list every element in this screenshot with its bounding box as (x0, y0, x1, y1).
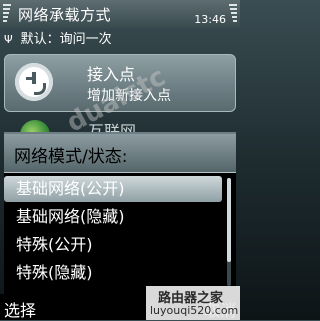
page-title: 网络承载方式 (18, 6, 112, 24)
popup-header: 网络模式/状态: (4, 134, 236, 173)
default-setting-label: 默认：询问一次 (20, 32, 112, 47)
scrollbar-thumb[interactable] (227, 178, 231, 262)
default-setting-row: Ψ 默认：询问一次 (4, 28, 112, 47)
popup-option-adhoc-public[interactable]: 特殊(公开) (4, 232, 222, 258)
select-softkey[interactable]: 选择 (4, 297, 36, 321)
status-bar: 网络承载方式 13:46 (0, 0, 240, 28)
signal-strength-icon (3, 4, 13, 26)
watermark-stamp: 路由器之家 luyouqi520.com (146, 286, 240, 320)
access-point-icon (15, 63, 53, 101)
watermark-stamp-url: luyouqi520.com (150, 304, 239, 317)
popup-title: 网络模式/状态: (14, 147, 128, 167)
popup-scrollbar[interactable] (227, 178, 231, 286)
popup-option-infrastructure-public[interactable]: 基础网络(公开) (4, 176, 222, 202)
battery-icon (227, 4, 237, 26)
popup-option-infrastructure-hidden[interactable]: 基础网络(隐藏) (4, 204, 222, 230)
antenna-icon: Ψ (4, 33, 13, 46)
popup-option-adhoc-hidden[interactable]: 特殊(隐藏) (4, 260, 222, 286)
clock: 13:46 (194, 13, 226, 26)
network-mode-popup: 网络模式/状态: 基础网络(公开) 基础网络(隐藏) 特殊(公开) 特殊(隐藏) (4, 132, 236, 294)
